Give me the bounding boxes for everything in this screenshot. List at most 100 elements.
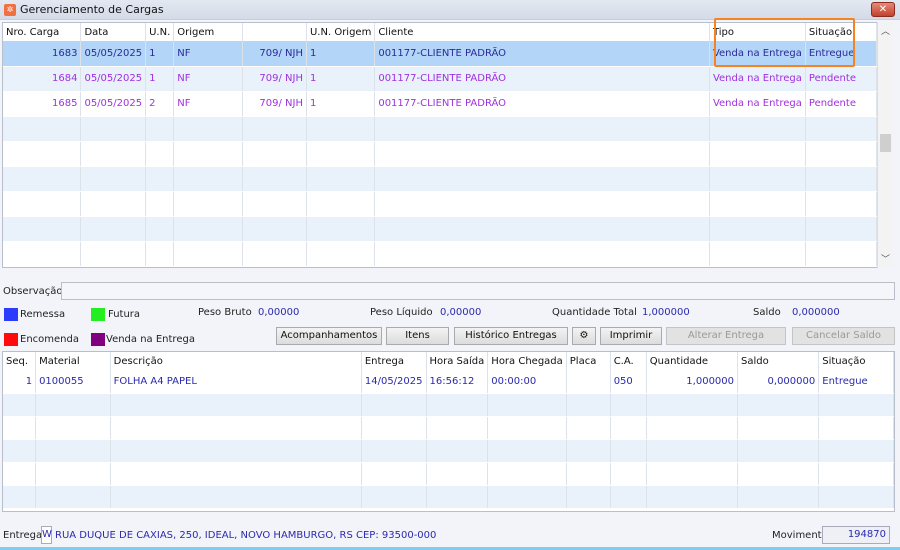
cargas-scrollbar[interactable]: ︿ ﹀ xyxy=(877,22,893,268)
column-header[interactable]: C.A. xyxy=(610,352,647,370)
table-cell xyxy=(426,393,489,417)
column-header[interactable]: Descrição xyxy=(110,352,362,370)
table-cell xyxy=(80,166,147,192)
column-header[interactable]: Cliente xyxy=(374,23,710,41)
table-cell xyxy=(610,393,647,417)
acompanhamentos-button[interactable]: Acompanhamentos xyxy=(276,327,382,345)
table-cell xyxy=(3,416,37,440)
observacao-label: Observação xyxy=(3,286,63,297)
legend-swatch-remessa xyxy=(4,308,18,321)
table-cell xyxy=(35,393,111,417)
table-cell: 00:00:00 xyxy=(487,370,567,394)
column-header[interactable]: Origem xyxy=(173,23,244,41)
table-cell xyxy=(80,116,147,142)
cancelar-saldo-button[interactable]: Cancelar Saldo xyxy=(792,327,895,345)
table-cell xyxy=(173,241,244,267)
table-cell: Venda na Entrega xyxy=(709,91,806,117)
table-cell xyxy=(646,439,739,463)
column-header[interactable]: Hora Chegada xyxy=(487,352,567,370)
table-cell xyxy=(818,416,894,440)
table-cell xyxy=(805,116,877,142)
saldo-label: Saldo xyxy=(753,307,781,318)
table-cell: 14/05/2025 xyxy=(361,370,427,394)
close-button[interactable]: ✕ xyxy=(871,2,895,17)
column-header[interactable]: Material xyxy=(35,352,111,370)
table-cell xyxy=(242,191,307,217)
table-row[interactable]: 1685 05/05/2025 2 NF 709/ NJH 1 001177-CLIENTE… xyxy=(3,91,877,117)
table-cell: 0,000000 xyxy=(737,370,820,394)
entrega-code-field[interactable]: W xyxy=(41,526,52,544)
table-cell: 1684 xyxy=(3,66,82,92)
column-header[interactable]: Placa xyxy=(566,352,611,370)
itens-button[interactable]: Itens xyxy=(386,327,449,345)
table-cell xyxy=(426,485,489,509)
column-header[interactable]: Situação xyxy=(818,352,894,370)
scroll-thumb[interactable] xyxy=(880,134,891,152)
table-cell xyxy=(374,241,710,267)
column-header[interactable]: Hora Saída xyxy=(426,352,489,370)
table-cell xyxy=(610,462,647,486)
table-row[interactable]: 1 0100055 FOLHA A4 PAPEL 14/05/2025 16:56:12… xyxy=(3,370,894,394)
observacao-input[interactable] xyxy=(61,282,895,300)
column-header[interactable]: Quantidade xyxy=(646,352,739,370)
table-cell xyxy=(3,216,82,242)
table-cell: 1,000000 xyxy=(646,370,739,394)
table-cell xyxy=(646,462,739,486)
table-cell: Venda na Entrega xyxy=(709,41,806,67)
table-cell xyxy=(80,141,147,167)
scroll-up-icon[interactable]: ︿ xyxy=(881,24,890,37)
itens-grid[interactable]: Seq. Material Descrição Entrega Hora Saída Ho… xyxy=(2,351,895,512)
table-row[interactable]: 1683 05/05/2025 1 NF 709/ NJH 1 001177-CLIENTE… xyxy=(3,41,877,67)
legend-venda-na-entrega: Venda na Entrega xyxy=(106,334,195,345)
table-cell: Pendente xyxy=(805,91,877,117)
table-cell: Entregue xyxy=(805,41,877,67)
column-header[interactable]: Tipo xyxy=(709,23,806,41)
scroll-down-icon[interactable]: ﹀ xyxy=(881,252,890,265)
table-cell: 1 xyxy=(306,91,376,117)
table-cell xyxy=(306,191,376,217)
entrega-label: Entrega xyxy=(3,530,43,541)
table-cell xyxy=(805,166,877,192)
table-row[interactable]: 1684 05/05/2025 1 NF 709/ NJH 1 001177-CLIENTE… xyxy=(3,66,877,92)
table-cell xyxy=(110,393,362,417)
column-header[interactable]: Nro. Carga xyxy=(3,23,82,41)
historico-entregas-button[interactable]: Histórico Entregas xyxy=(454,327,568,345)
table-cell xyxy=(3,116,82,142)
table-row xyxy=(3,141,877,167)
table-cell xyxy=(805,216,877,242)
table-cell xyxy=(737,439,820,463)
legend-swatch-venda-na-entrega xyxy=(91,333,105,346)
table-cell xyxy=(173,166,244,192)
table-cell xyxy=(566,439,611,463)
column-header[interactable]: U.N. Origem xyxy=(306,23,376,41)
table-cell: 05/05/2025 xyxy=(80,91,147,117)
table-cell xyxy=(374,191,710,217)
column-header[interactable]: Saldo xyxy=(737,352,820,370)
table-cell: 050 xyxy=(610,370,647,394)
movimento-field: 194870 xyxy=(822,526,890,544)
table-cell xyxy=(3,485,37,509)
column-header[interactable] xyxy=(242,23,307,41)
table-cell xyxy=(374,116,710,142)
table-cell xyxy=(110,416,362,440)
peso-liquido-label: Peso Líquido xyxy=(370,307,433,318)
column-header[interactable]: Situação xyxy=(805,23,877,41)
cargas-grid[interactable]: Nro. Carga Data U.N. Origem U.N. Origem Clien… xyxy=(2,22,878,268)
imprimir-button[interactable]: Imprimir xyxy=(600,327,662,345)
table-cell xyxy=(80,191,147,217)
peso-bruto-label: Peso Bruto xyxy=(198,307,252,318)
table-cell: 1 xyxy=(3,370,37,394)
app-icon: ✲ xyxy=(4,4,16,16)
table-cell xyxy=(3,191,82,217)
table-cell xyxy=(610,416,647,440)
gear-icon[interactable]: ⚙ xyxy=(572,327,596,345)
alterar-entrega-button[interactable]: Alterar Entrega xyxy=(666,327,786,345)
column-header[interactable]: Entrega xyxy=(361,352,427,370)
table-cell xyxy=(805,191,877,217)
column-header[interactable]: U.N. xyxy=(145,23,175,41)
column-header[interactable]: Data xyxy=(80,23,147,41)
column-header[interactable]: Seq. xyxy=(3,352,37,370)
table-cell xyxy=(3,141,82,167)
table-cell xyxy=(361,462,427,486)
table-cell xyxy=(35,462,111,486)
